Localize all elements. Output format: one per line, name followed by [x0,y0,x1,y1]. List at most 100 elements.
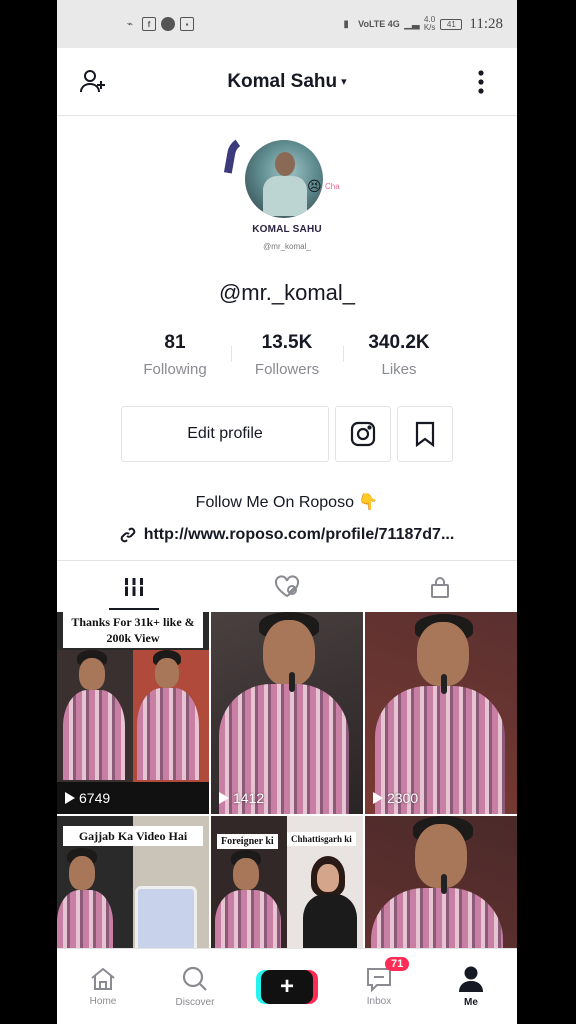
create-button[interactable]: + [261,969,313,1004]
nav-home[interactable]: Home [57,949,149,1024]
video-tag: Foreigner ki [217,834,278,849]
top-bar: Komal Sahu ▾ [57,48,517,116]
add-user-icon [80,69,105,92]
face [69,856,95,890]
stat-label: Followers [254,361,320,378]
instagram-icon [350,421,376,447]
stat-value: 13.5K [261,332,313,353]
shirt [63,690,125,780]
grid-icon [124,577,143,596]
view-count-text: 1412 [233,790,265,806]
stat-value: 340.2K [368,332,430,353]
view-count-text: 6749 [79,790,111,806]
facebook-icon: f [142,17,156,31]
microphone [289,672,295,692]
profile-link[interactable]: http://www.roposo.com/profile/71187d7... [57,526,517,544]
profile-icon [459,966,483,992]
speed-bottom: K/s [423,23,436,32]
search-icon [182,966,207,991]
status-left-icons: ⌁ f ▪ [123,17,194,31]
profile-section: 😣 Cha KOMAL SAHU @mr_komal_ @mr._komal_ … [57,132,517,544]
vibrate-icon: ▮ [343,18,349,30]
add-friend-button[interactable] [77,66,109,98]
profile-link-text: http://www.roposo.com/profile/71187d7... [143,526,455,543]
play-icon [219,792,229,804]
face [317,864,339,892]
status-bar: ⌁ f ▪ ▮ VoLTE 4G ▁▃ 4.0 K/s 41 11:28 [57,0,517,48]
stat-value: 81 [164,332,186,353]
nav-me[interactable]: Me [425,949,517,1024]
liked-hidden-icon [274,574,299,597]
network-speed: 4.0 K/s [424,16,436,32]
tab-private[interactable] [364,561,517,612]
view-count: 6749 [65,790,110,806]
video-thumbnail[interactable]: 1412 [211,612,363,814]
profile-actions: Edit profile [57,406,517,462]
profile-tabs [57,560,517,612]
home-icon [91,967,115,990]
link-icon [120,527,135,543]
nav-discover[interactable]: Discover [149,949,241,1024]
nav-me-label: Me [464,997,478,1008]
view-count: 2300 [373,790,418,806]
nav-create[interactable]: + [241,949,333,1024]
avatar-tag: Cha [325,182,340,191]
phone-screen: ⌁ f ▪ ▮ VoLTE 4G ▁▃ 4.0 K/s 41 11:28 Kom… [57,0,517,1024]
header-title: Komal Sahu [227,70,338,92]
avatar[interactable]: 😣 Cha KOMAL SAHU @mr_komal_ [223,132,347,276]
stat-label: Following [143,361,207,378]
person-figure [373,612,513,814]
edit-profile-button[interactable]: Edit profile [121,406,329,462]
dress [303,894,357,954]
person-figure [219,612,359,814]
stat-label: Likes [381,361,417,378]
emoji-icon: 😣 [307,178,322,194]
plus-icon: + [279,972,294,1000]
video-caption: Thanks For 31k+ like & 200k View [63,612,203,648]
face [155,658,179,688]
favorites-button[interactable] [397,406,453,462]
video-tag: Chhattisgarh ki [287,832,356,846]
nav-discover-label: Discover [175,997,215,1008]
bio-text: Follow Me On Roposo 👇 [195,494,379,511]
instagram-button[interactable] [335,406,391,462]
inbox-badge: 71 [385,957,410,971]
video-thumbnail[interactable]: Thanks For 31k+ like & 200k View 6749 [57,612,209,814]
battery-icon: 41 [440,18,463,30]
tab-videos[interactable] [57,561,210,612]
bottom-nav: Home Discover + 71 Inbox Me [57,948,517,1024]
lock-icon [431,576,450,598]
circle-icon [161,17,175,31]
microphone [441,674,447,694]
stat-likes[interactable]: 340.2K Likes [343,332,455,378]
play-icon [373,792,383,804]
avatar-head [275,152,295,176]
nav-inbox[interactable]: 71 Inbox [333,949,425,1024]
view-count: 1412 [219,790,264,806]
face [233,858,259,890]
shirt [137,688,199,780]
usb-icon: ⌁ [126,18,134,30]
profile-stats: 81 Following 13.5K Followers 340.2K Like… [57,332,517,378]
signal-icon: ▁▃ [404,18,420,30]
video-caption: Gajjab Ka Video Hai [63,826,203,846]
tab-liked[interactable] [210,561,363,612]
network-indicator: VoLTE 4G [358,19,400,29]
stat-followers[interactable]: 13.5K Followers [231,332,343,378]
bookmark-icon [415,421,435,447]
view-count-text: 2300 [387,790,419,806]
avatar-body [263,176,307,216]
avatar-handle: @mr_komal_ [263,242,311,251]
microphone [441,874,447,894]
account-switcher[interactable]: Komal Sahu ▾ [227,71,346,93]
status-time: 11:28 [469,15,503,32]
face [79,658,105,690]
caret-down-icon: ▾ [341,76,347,88]
avatar-name: KOMAL SAHU [252,224,322,235]
more-vertical-icon [478,69,484,94]
more-options-button[interactable] [465,66,497,98]
nav-home-label: Home [89,996,117,1007]
nav-inbox-label: Inbox [366,996,392,1007]
stat-following[interactable]: 81 Following [119,332,231,378]
video-thumbnail[interactable]: 2300 [365,612,517,814]
